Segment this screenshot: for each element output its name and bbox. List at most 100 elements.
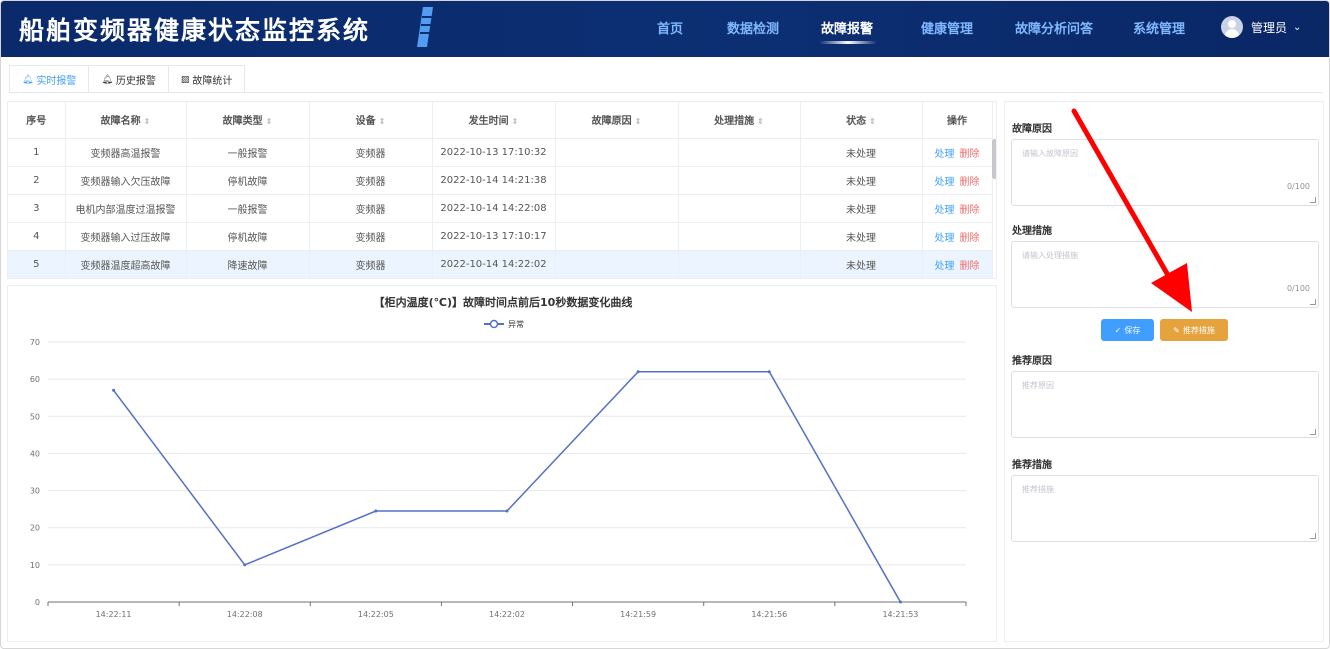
cell-type: 降速故障 <box>186 250 310 278</box>
data-point[interactable] <box>767 370 771 374</box>
handle-link[interactable]: 处理 <box>935 177 955 188</box>
delete-link[interactable]: 删除 <box>960 261 980 272</box>
cell-actions: 处理 删除 <box>922 194 993 223</box>
resize-handle-icon[interactable] <box>1310 429 1316 435</box>
nav-fault-alarm[interactable]: 故障报警 <box>821 18 873 37</box>
data-point[interactable] <box>898 600 902 604</box>
cell-device: 变频器 <box>309 194 433 223</box>
app-title: 船舶变频器健康状态监控系统 <box>19 16 371 45</box>
table-row[interactable]: 2 变频器输入欠压故障 停机故障 变频器 2022-10-14 14:21:38… <box>8 166 993 195</box>
cell-index: 1 <box>8 138 66 167</box>
cell-device: 变频器 <box>309 166 433 195</box>
handle-link[interactable]: 处理 <box>935 205 955 216</box>
table-row[interactable]: 3 电机内部温度过温报警 一般报警 变频器 2022-10-14 14:22:0… <box>8 194 993 223</box>
sort-icon[interactable]: ⇕ <box>512 117 519 126</box>
data-point[interactable] <box>374 509 378 513</box>
sort-icon[interactable]: ⇕ <box>266 117 273 126</box>
cell-actions: 处理 删除 <box>922 138 993 167</box>
cell-name: 变频器输入欠压故障 <box>65 166 187 195</box>
legend-marker <box>489 319 499 329</box>
chart-axes: 0 10 20 30 40 50 60 70 14:22:11 14:22:08 14:22:05 1… <box>30 338 967 619</box>
col-header-measure[interactable]: 处理措施 ⇕ <box>678 102 801 139</box>
col-header-status[interactable]: 状态 ⇕ <box>800 102 923 139</box>
x-tick-label: 14:22:02 <box>489 610 525 619</box>
nav-fault-qa[interactable]: 故障分析问答 <box>1015 18 1093 37</box>
data-point[interactable] <box>636 370 640 374</box>
sort-icon[interactable]: ⇕ <box>144 117 151 126</box>
data-point[interactable] <box>112 388 116 392</box>
nav-active-indicator <box>819 41 877 44</box>
chart-icon: ▨ <box>180 74 190 85</box>
cell-name: 变频器高温报警 <box>65 138 187 167</box>
cell-status: 未处理 <box>800 250 923 278</box>
recommend-cause-textarea[interactable]: 推荐原因 <box>1011 371 1319 438</box>
tab-realtime-alarm[interactable]: 🔔︎ 实时报警 <box>10 66 90 93</box>
cell-status: 未处理 <box>800 194 923 223</box>
cell-type: 停机故障 <box>186 222 310 251</box>
sort-icon[interactable]: ⇕ <box>635 117 642 126</box>
delete-link[interactable]: 删除 <box>960 233 980 244</box>
cell-measure <box>678 166 801 195</box>
alarm-table-panel: 序号 故障名称 ⇕ 故障类型 ⇕ 设备 ⇕ 发生时间 ⇕ 故障原因 ⇕ 处理措施 ⇕ 状态 ⇕… <box>7 101 997 279</box>
col-header-name[interactable]: 故障名称 ⇕ <box>65 102 187 139</box>
x-tick-label: 14:21:56 <box>751 610 787 619</box>
y-tick-label: 50 <box>30 412 40 421</box>
cell-type: 停机故障 <box>186 166 310 195</box>
nav-health-management[interactable]: 健康管理 <box>921 18 973 37</box>
col-header-cause[interactable]: 故障原因 ⇕ <box>555 102 679 139</box>
y-tick-label: 0 <box>35 598 40 607</box>
sort-icon[interactable]: ⇕ <box>379 117 386 126</box>
nav-data-monitor[interactable]: 数据检测 <box>727 18 779 37</box>
cell-measure <box>678 250 801 278</box>
handle-link[interactable]: 处理 <box>935 149 955 160</box>
cell-status: 未处理 <box>800 138 923 167</box>
delete-link[interactable]: 删除 <box>960 177 980 188</box>
resize-handle-icon[interactable] <box>1310 299 1316 305</box>
cell-cause <box>555 194 679 223</box>
table-scrollbar[interactable] <box>992 139 996 179</box>
tab-history-alarm[interactable]: 🔔︎ 历史报警 <box>89 66 169 93</box>
x-tick-label: 14:22:05 <box>358 610 394 619</box>
table-row-selected[interactable]: 5 变频器温度超高故障 降速故障 变频器 2022-10-14 14:22:02… <box>8 250 993 278</box>
data-point[interactable] <box>243 563 247 567</box>
resize-handle-icon[interactable] <box>1310 533 1316 539</box>
cause-placeholder: 请输入故障原因 <box>1022 149 1078 158</box>
resize-handle-icon[interactable] <box>1310 197 1316 203</box>
chart-legend[interactable]: 异常 <box>484 319 524 329</box>
cell-name: 变频器输入过压故障 <box>65 222 187 251</box>
user-menu[interactable]: 管理员 ⌄ <box>1221 13 1301 41</box>
nav-system-management[interactable]: 系统管理 <box>1133 18 1185 37</box>
sort-icon[interactable]: ⇕ <box>757 117 764 126</box>
tab-fault-statistics[interactable]: ▨ 故障统计 <box>169 66 245 93</box>
col-header-device[interactable]: 设备 ⇕ <box>309 102 433 139</box>
handle-link[interactable]: 处理 <box>935 261 955 272</box>
y-tick-label: 40 <box>30 449 40 458</box>
col-header-index: 序号 <box>8 102 66 139</box>
table-row[interactable]: 1 变频器高温报警 一般报警 变频器 2022-10-13 17:10:32 未… <box>8 138 993 167</box>
col-header-time[interactable]: 发生时间 ⇕ <box>432 102 556 139</box>
x-tick-label: 14:21:59 <box>620 610 656 619</box>
recommend-measure-button[interactable]: ✎ 推荐措施 <box>1160 319 1228 341</box>
data-point[interactable] <box>505 509 509 513</box>
save-button[interactable]: ✓ 保存 <box>1101 319 1154 341</box>
nav-home[interactable]: 首页 <box>657 18 683 37</box>
col-header-type[interactable]: 故障类型 ⇕ <box>186 102 310 139</box>
y-tick-label: 60 <box>30 375 40 384</box>
sort-icon[interactable]: ⇕ <box>869 117 876 126</box>
cell-status: 未处理 <box>800 222 923 251</box>
handle-link[interactable]: 处理 <box>935 233 955 244</box>
cell-time: 2022-10-14 14:22:02 <box>432 250 556 278</box>
measure-textarea[interactable]: 请输入处理措施 0/100 <box>1011 241 1319 308</box>
recommend-cause-placeholder: 推荐原因 <box>1022 381 1054 390</box>
cell-status: 未处理 <box>800 166 923 195</box>
delete-link[interactable]: 删除 <box>960 205 980 216</box>
recommend-measure-textarea[interactable]: 推荐措施 <box>1011 475 1319 542</box>
cell-index: 3 <box>8 194 66 223</box>
delete-link[interactable]: 删除 <box>960 149 980 160</box>
cell-measure <box>678 138 801 167</box>
title-decoration-icon <box>417 7 433 47</box>
cell-actions: 处理 删除 <box>922 250 993 278</box>
save-icon: ✓ <box>1114 325 1122 335</box>
cause-textarea[interactable]: 请输入故障原因 0/100 <box>1011 139 1319 206</box>
table-row[interactable]: 4 变频器输入过压故障 停机故障 变频器 2022-10-13 17:10:17… <box>8 222 993 251</box>
